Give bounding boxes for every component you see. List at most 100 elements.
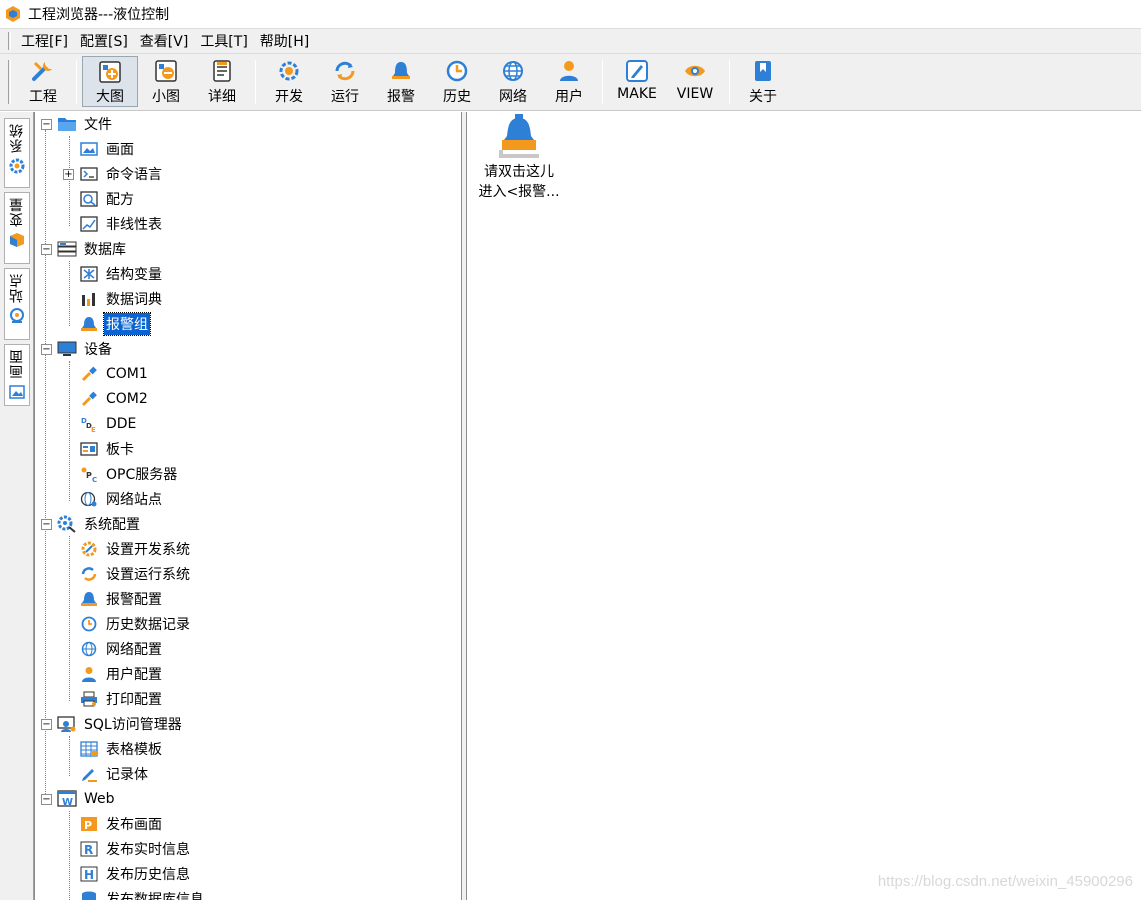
menubar-grip: [8, 32, 11, 50]
tab-screens[interactable]: 画面: [4, 344, 30, 406]
collapse-toggle[interactable]: −: [41, 718, 52, 730]
tree-node-history-record[interactable]: 历史数据记录: [79, 612, 192, 636]
details-button[interactable]: 详细: [194, 54, 250, 110]
tree-label: 画面: [106, 142, 134, 158]
toolbar: 工程 大图 小图 详细 开发 运行 报警 历史 网络 用户 MAKE VIEW …: [0, 54, 1141, 111]
sql-manager-icon: [57, 714, 77, 734]
svg-text:C: C: [92, 476, 97, 482]
tree-label: 数据库: [84, 242, 126, 258]
tree-node-opc-server[interactable]: PC OPC服务器: [79, 462, 179, 486]
svg-text:R: R: [84, 843, 93, 857]
collapse-toggle[interactable]: −: [41, 343, 52, 355]
tree-node-nonlinear-table[interactable]: 非线性表: [79, 212, 164, 236]
view-button[interactable]: VIEW: [666, 54, 724, 110]
history-clock-icon: [79, 614, 99, 634]
tree-node-alarm-config[interactable]: 报警配置: [79, 587, 164, 611]
tab-system[interactable]: 系统: [4, 118, 30, 188]
small-icons-button[interactable]: 小图: [138, 54, 194, 110]
tree-node-database[interactable]: − 数据库: [41, 237, 128, 261]
tree-node-record-body[interactable]: 记录体: [79, 762, 150, 786]
tree-node-screen[interactable]: 画面: [79, 137, 136, 161]
collapse-toggle[interactable]: −: [41, 118, 52, 130]
tree-node-web[interactable]: − W Web: [41, 787, 117, 811]
menu-project[interactable]: 工程[F]: [15, 29, 74, 53]
tree-connector: [69, 261, 70, 326]
history-clock-icon: [444, 58, 470, 84]
project-button[interactable]: 工程: [15, 54, 71, 110]
collapse-toggle[interactable]: −: [41, 518, 52, 530]
tab-variables[interactable]: 变量: [4, 192, 30, 264]
opc-icon: PC: [79, 464, 99, 484]
tree-connector: [69, 811, 70, 900]
history-button[interactable]: 历史: [429, 54, 485, 110]
alarm-bell-icon: [79, 589, 99, 609]
develop-button[interactable]: 开发: [261, 54, 317, 110]
collapse-toggle[interactable]: −: [41, 793, 52, 805]
tree-label: 数据词典: [106, 292, 162, 308]
expand-toggle[interactable]: +: [63, 168, 74, 180]
dictionary-bars-icon: [79, 289, 99, 309]
tree-node-board[interactable]: 板卡: [79, 437, 136, 461]
tree-label: 表格模板: [106, 742, 162, 758]
alarm-group-entry[interactable]: 请双击这儿 进入<报警...: [472, 114, 566, 202]
alarm-button[interactable]: 报警: [373, 54, 429, 110]
tree-node-data-dictionary[interactable]: 数据词典: [79, 287, 164, 311]
make-label: MAKE: [617, 86, 657, 102]
tree-node-print-config[interactable]: 打印配置: [79, 687, 164, 711]
tree-node-publish-realtime[interactable]: R 发布实时信息: [79, 837, 192, 861]
menu-tools[interactable]: 工具[T]: [194, 29, 253, 53]
collapse-toggle[interactable]: −: [41, 243, 52, 255]
tree-node-alarm-group[interactable]: 报警组: [79, 312, 151, 336]
panel-splitter[interactable]: [462, 112, 467, 900]
dde-icon: DDE: [79, 414, 99, 434]
project-button-label: 工程: [29, 89, 57, 105]
history-label: 历史: [443, 89, 471, 105]
user-label: 用户: [555, 89, 583, 105]
menu-bar: 工程[F] 配置[S] 查看[V] 工具[T] 帮助[H]: [0, 28, 1141, 54]
web-window-icon: W: [57, 789, 77, 809]
large-icons-button[interactable]: 大图: [82, 56, 138, 107]
tree-label: 板卡: [106, 442, 134, 458]
tree-node-publish-database[interactable]: 发布数据库信息: [79, 887, 206, 900]
make-button[interactable]: MAKE: [608, 54, 666, 110]
about-button[interactable]: 关于: [735, 54, 791, 110]
tree-node-com1[interactable]: COM1: [79, 362, 150, 386]
run-button[interactable]: 运行: [317, 54, 373, 110]
tree-node-sql-manager[interactable]: − SQL访问管理器: [41, 712, 184, 736]
tree-label: 系统配置: [84, 517, 140, 533]
user-button[interactable]: 用户: [541, 54, 597, 110]
tab-stations[interactable]: 站点: [4, 268, 30, 340]
about-bookmark-icon: [750, 58, 776, 84]
tree-node-set-run-system[interactable]: 设置运行系统: [79, 562, 192, 586]
publish-history-icon: H: [79, 864, 99, 884]
tree-label: 报警组: [103, 312, 151, 336]
svg-text:P: P: [84, 819, 92, 832]
printer-icon: [79, 689, 99, 709]
tree-node-com2[interactable]: COM2: [79, 387, 150, 411]
menu-help[interactable]: 帮助[H]: [254, 29, 315, 53]
tree-node-table-template[interactable]: 表格模板: [79, 737, 164, 761]
tree-node-publish-history[interactable]: H 发布历史信息: [79, 862, 192, 886]
menu-view[interactable]: 查看[V]: [134, 29, 195, 53]
tree-node-device[interactable]: − 设备: [41, 337, 114, 361]
tree-label: 用户配置: [106, 667, 162, 683]
network-button[interactable]: 网络: [485, 54, 541, 110]
side-tab-strip: 系统 变量 站点 画面: [0, 112, 34, 900]
screens-picture-icon: [8, 383, 26, 401]
tree-node-struct-variable[interactable]: 结构变量: [79, 262, 164, 286]
tree-node-network-config[interactable]: 网络配置: [79, 637, 164, 661]
tree-node-user-config[interactable]: 用户配置: [79, 662, 164, 686]
stations-icon: [8, 307, 26, 325]
tree-label: COM1: [106, 366, 148, 382]
menu-config[interactable]: 配置[S]: [74, 29, 134, 53]
tree-node-dde[interactable]: DDE DDE: [79, 412, 138, 436]
tree-node-system-config[interactable]: − 系统配置: [41, 512, 142, 536]
tree-node-recipe[interactable]: 配方: [79, 187, 136, 211]
tree-node-publish-screen[interactable]: P 发布画面: [79, 812, 164, 836]
board-card-icon: [79, 439, 99, 459]
tree-node-set-dev-system[interactable]: 设置开发系统: [79, 537, 192, 561]
tree-node-command-language[interactable]: + 命令语言: [63, 162, 164, 186]
network-label: 网络: [499, 89, 527, 105]
tree-node-file[interactable]: − 文件: [41, 112, 114, 136]
tree-node-network-station[interactable]: 网络站点: [79, 487, 164, 511]
